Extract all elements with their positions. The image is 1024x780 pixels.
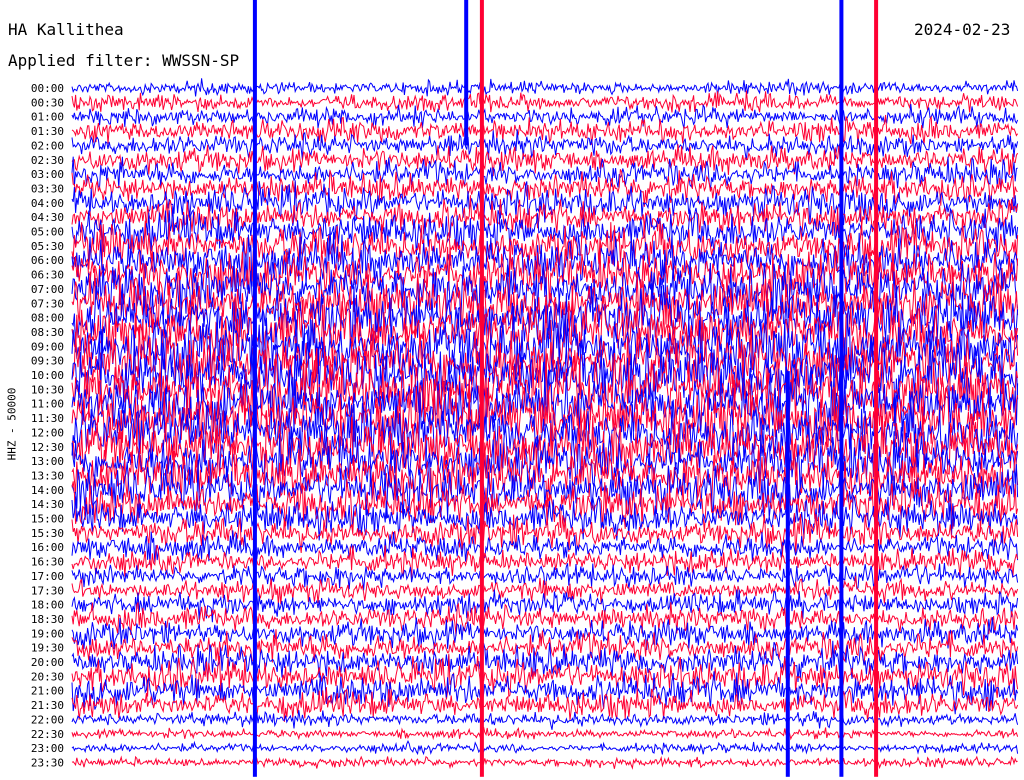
spike-trace bbox=[479, 0, 484, 777]
time-tick-label: 04:30 bbox=[31, 211, 64, 224]
time-tick-label: 12:30 bbox=[31, 441, 64, 454]
time-tick-label: 12:00 bbox=[31, 426, 64, 439]
time-tick-label: 08:30 bbox=[31, 326, 64, 339]
time-tick-label: 18:00 bbox=[31, 599, 64, 612]
time-tick-label: 09:00 bbox=[31, 340, 64, 353]
filter-label: Applied filter: WWSSN-SP bbox=[8, 51, 240, 70]
time-tick-label: 15:00 bbox=[31, 513, 64, 526]
time-tick-label: 13:00 bbox=[31, 455, 64, 468]
time-tick-label: 16:30 bbox=[31, 556, 64, 569]
date-label: 2024-02-23 bbox=[914, 20, 1011, 39]
spike-trace bbox=[874, 0, 879, 777]
time-tick-label: 14:00 bbox=[31, 484, 64, 497]
time-tick-label: 16:00 bbox=[31, 541, 64, 554]
time-tick-label: 19:00 bbox=[31, 627, 64, 640]
time-tick-label: 17:30 bbox=[31, 584, 64, 597]
time-tick-label: 03:30 bbox=[31, 182, 64, 195]
channel-label: HHZ - 50000 bbox=[5, 387, 19, 461]
spike-trace bbox=[785, 371, 790, 777]
time-tick-label: 11:30 bbox=[31, 412, 64, 425]
spike-trace bbox=[464, 0, 469, 146]
time-tick-label: 02:00 bbox=[31, 139, 64, 152]
spike-trace bbox=[839, 0, 844, 777]
time-tick-label: 23:30 bbox=[31, 756, 64, 769]
time-tick-label: 17:00 bbox=[31, 570, 64, 583]
time-tick-label: 10:00 bbox=[31, 369, 64, 382]
time-tick-label: 10:30 bbox=[31, 383, 64, 396]
time-tick-label: 05:30 bbox=[31, 240, 64, 253]
time-tick-label: 21:30 bbox=[31, 699, 64, 712]
time-tick-label: 20:30 bbox=[31, 670, 64, 683]
time-tick-labels: 00:0000:30 01:0001:3002:00 02:3003:0003:30… bbox=[31, 82, 64, 769]
time-tick-label: 04:00 bbox=[31, 197, 64, 210]
time-tick-label: 22:00 bbox=[31, 713, 64, 726]
time-tick-label: 14:30 bbox=[31, 498, 64, 511]
time-tick-label: 15:30 bbox=[31, 527, 64, 540]
time-tick-label: 20:00 bbox=[31, 656, 64, 669]
time-tick-label: 19:30 bbox=[31, 642, 64, 655]
time-tick-label: 23:00 bbox=[31, 742, 64, 755]
time-tick-label: 02:30 bbox=[31, 154, 64, 167]
time-tick-label: 21:00 bbox=[31, 685, 64, 698]
station-title: HA Kallithea bbox=[8, 20, 124, 39]
time-tick-label: 22:30 bbox=[31, 728, 64, 741]
spike-trace bbox=[252, 0, 257, 777]
time-tick-label: 08:00 bbox=[31, 312, 64, 325]
time-tick-label: 05:00 bbox=[31, 226, 64, 239]
trace-group bbox=[71, 0, 1019, 777]
time-tick-label: 07:00 bbox=[31, 283, 64, 296]
time-tick-label: 07:30 bbox=[31, 297, 64, 310]
time-tick-label: 06:30 bbox=[31, 269, 64, 282]
time-tick-label: 06:00 bbox=[31, 254, 64, 267]
time-tick-label: 13:30 bbox=[31, 469, 64, 482]
time-tick-label: 11:00 bbox=[31, 398, 64, 411]
time-tick-label: 01:00 bbox=[31, 111, 64, 124]
time-tick-label: 01:30 bbox=[31, 125, 64, 138]
time-tick-label: 18:30 bbox=[31, 613, 64, 626]
time-tick-label: 03:00 bbox=[31, 168, 64, 181]
time-tick-label: 00:30 bbox=[31, 96, 64, 109]
helicorder-plot: 00:0000:30 01:0001:3002:00 02:3003:0003:30… bbox=[31, 0, 1019, 777]
time-tick-label: 00:00 bbox=[31, 82, 64, 95]
time-tick-label: 09:30 bbox=[31, 355, 64, 368]
